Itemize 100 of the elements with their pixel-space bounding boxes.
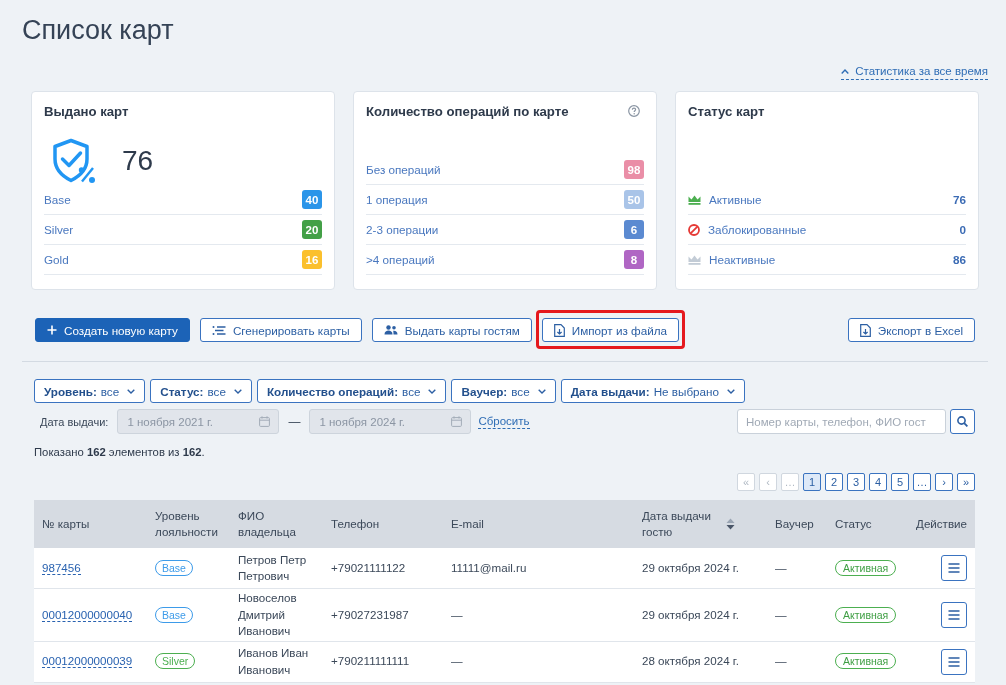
prohibited-icon [688, 223, 700, 236]
table-cell: 11111@mail.ru [443, 548, 634, 589]
menu-icon [948, 609, 960, 620]
search-field[interactable]: Номер карты, телефон, ФИО гост [737, 409, 946, 434]
card-title: Выдано карт [44, 103, 129, 119]
category-link[interactable]: Заблокированные [708, 223, 807, 236]
column-header: Статус [835, 516, 872, 530]
file-arrow-icon [553, 323, 565, 337]
count-value: 86 [953, 253, 966, 266]
row-menu-button[interactable] [941, 648, 967, 675]
help-icon[interactable] [628, 105, 640, 117]
chevron-down-icon [428, 388, 437, 394]
filter-dropdown[interactable]: Уровень: все [34, 379, 146, 403]
filter-dropdown[interactable]: Статус: все [150, 379, 252, 403]
count-badge: 6 [624, 220, 644, 239]
total-count: 76 [122, 145, 154, 177]
count-badge: 16 [302, 250, 322, 269]
table-cell: Петров Петр Петрович [230, 548, 323, 589]
column-header: E-mail [451, 516, 484, 530]
table-cell: 29 октября 2024 г. [634, 588, 767, 641]
level-tag: Silver [155, 653, 196, 670]
search-button[interactable] [950, 409, 975, 434]
row-menu-button[interactable] [941, 555, 967, 581]
table-cell: — [767, 548, 827, 589]
column-header: Ваучер [775, 516, 814, 530]
table-cell: — [443, 641, 634, 682]
category-link[interactable]: Неактивные [709, 253, 776, 266]
table-cell: Новоселов Дмитрий Иванович [230, 588, 323, 641]
filter-dropdown[interactable]: Дата выдачи: Не выбрано [560, 379, 746, 403]
lines-icon [211, 324, 226, 336]
row-menu-button[interactable] [941, 601, 967, 628]
menu-icon [948, 656, 960, 667]
category-link[interactable]: Активные [709, 193, 762, 206]
action-button[interactable]: Выдать карты гостям [371, 318, 532, 342]
column-header: Телефон [331, 516, 380, 530]
people-icon [383, 325, 398, 335]
search-icon [957, 416, 968, 427]
sort-icon[interactable] [726, 518, 735, 530]
page-button[interactable]: 1 [803, 473, 821, 491]
count-badge: 98 [624, 160, 644, 179]
page-button[interactable]: 4 [869, 473, 887, 491]
chevron-down-icon [233, 388, 242, 394]
category-link[interactable]: 2-3 операции [366, 223, 439, 236]
table-cell: +79027231987 [323, 588, 443, 641]
table-cell: — [767, 641, 827, 682]
table-cell: — [443, 588, 634, 641]
shield-check-percent-icon [52, 138, 96, 184]
results-summary: Показано 162 элементов из 162. [34, 445, 205, 460]
crown-icon [688, 194, 701, 205]
filter-dropdown[interactable]: Ваучер: все [451, 379, 556, 403]
calendar-icon [451, 416, 463, 427]
export-button[interactable]: Экспорт в Excel [847, 318, 975, 342]
column-header: ФИО владельца [238, 508, 296, 538]
card-number-link[interactable]: 987456 [42, 560, 81, 575]
file-arrow-icon [859, 323, 871, 337]
column-header: Дата выдачи гостю [642, 507, 712, 540]
category-link[interactable]: >4 операций [366, 253, 435, 266]
page-button[interactable]: » [957, 473, 975, 491]
level-tag: Base [155, 606, 193, 623]
crown-icon [688, 254, 701, 265]
plus-icon [47, 325, 57, 335]
action-button[interactable]: Сгенерировать карты [199, 318, 362, 342]
category-link[interactable]: Без операций [366, 163, 441, 176]
calendar-icon [259, 416, 271, 427]
filter-dropdown[interactable]: Количество операций: все [256, 379, 447, 403]
chevron-down-icon [127, 388, 136, 394]
category-link[interactable]: Base [44, 193, 71, 206]
card-title: Количество операций по карте [366, 103, 569, 119]
table-cell: Иванов Иван Иванович [230, 641, 323, 682]
count-badge: 40 [302, 190, 322, 209]
column-header: Уровень лояльности [155, 508, 218, 538]
card-number-link[interactable]: 00012000000040 [42, 607, 133, 622]
column-header: Действие [916, 516, 967, 530]
statistics-toggle-link[interactable]: Статистика за все время [841, 64, 988, 80]
category-link[interactable]: 1 операция [366, 193, 428, 206]
card-title: Статус карт [688, 103, 765, 119]
card-number-link[interactable]: 00012000000039 [42, 654, 133, 669]
page-button[interactable]: … [913, 473, 931, 491]
date-range-label: Дата выдачи: [40, 415, 109, 428]
category-link[interactable]: Gold [44, 253, 69, 266]
page-title: Список карт [22, 14, 174, 46]
chevron-down-icon [727, 388, 736, 394]
action-button[interactable]: Создать новую карту [35, 318, 190, 342]
count-badge: 20 [302, 220, 322, 239]
action-button[interactable]: Импорт из файла [541, 318, 680, 342]
column-header: № карты [42, 516, 90, 530]
page-button[interactable]: › [935, 473, 953, 491]
count-value: 0 [959, 223, 966, 236]
table-cell: +790211111111 [323, 641, 443, 682]
category-link[interactable]: Silver [44, 223, 74, 236]
menu-icon [948, 563, 960, 573]
page-button[interactable]: 5 [891, 473, 909, 491]
count-badge: 50 [624, 190, 644, 209]
level-tag: Base [155, 559, 193, 576]
page-button[interactable]: 2 [825, 473, 843, 491]
table-cell: 28 октября 2024 г. [634, 641, 767, 682]
page-button[interactable]: 3 [847, 473, 865, 491]
table-cell: — [767, 588, 827, 641]
table-cell: 29 октября 2024 г. [634, 548, 767, 589]
chevron-down-icon [537, 388, 546, 394]
